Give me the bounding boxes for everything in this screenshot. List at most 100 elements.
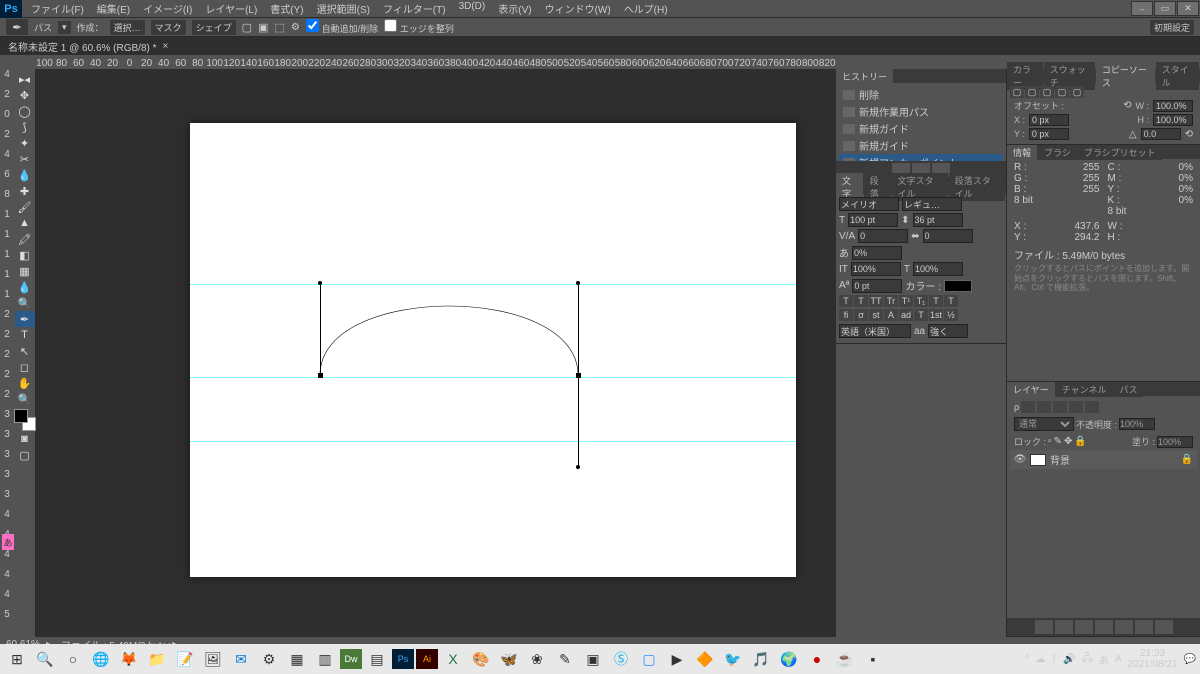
history-item-active[interactable]: 新規アンカーポイント — [839, 154, 1003, 161]
dreamweaver-icon[interactable]: Dw — [340, 649, 362, 669]
tray-vol-icon[interactable]: 🔊 — [1063, 654, 1075, 665]
start-button[interactable]: ⊞ — [4, 647, 30, 671]
layer-thumb[interactable] — [1030, 454, 1046, 466]
f3[interactable] — [1069, 401, 1083, 413]
under-btn[interactable]: T — [929, 295, 943, 307]
f2[interactable] — [1053, 401, 1067, 413]
make-mask[interactable]: マスク — [151, 20, 186, 35]
menu-window[interactable]: ウィンドウ(W) — [539, 0, 617, 18]
record-icon[interactable]: ● — [804, 647, 830, 671]
sublime-icon[interactable]: ▤ — [364, 647, 390, 671]
clone-y[interactable] — [1029, 128, 1069, 140]
f4[interactable] — [1085, 401, 1099, 413]
app4-icon[interactable]: 🦋 — [496, 647, 522, 671]
ot5[interactable]: ad — [899, 309, 913, 321]
eyedropper-tool[interactable]: 💧 — [15, 167, 35, 183]
workspace-preset[interactable]: 初期設定 — [1150, 20, 1194, 35]
app3-icon[interactable]: 🎨 — [468, 647, 494, 671]
document-tab[interactable]: 名称未設定 1 @ 60.6% (RGB/8) * × — [0, 37, 1200, 55]
search-button[interactable]: 🔍 — [32, 647, 58, 671]
dodge-tool[interactable]: 🔍 — [15, 295, 35, 311]
ot7[interactable]: 1st — [929, 309, 943, 321]
hand-tool[interactable]: ✋ — [15, 375, 35, 391]
menu-select[interactable]: 選択範囲(S) — [311, 0, 376, 18]
sub-btn[interactable]: T₁ — [914, 295, 928, 307]
font-size[interactable] — [848, 213, 898, 227]
mask-btn[interactable] — [1075, 620, 1093, 634]
tray-up-icon[interactable]: ^ — [1025, 654, 1030, 665]
blend-mode[interactable]: 通常 — [1014, 417, 1074, 431]
menu-file[interactable]: ファイル(F) — [25, 0, 90, 18]
stamp-tool[interactable]: ▲ — [15, 215, 35, 231]
photos-icon[interactable]: 🖼 — [200, 647, 226, 671]
leading[interactable] — [913, 213, 963, 227]
brush-tool[interactable]: 🖌 — [15, 199, 35, 215]
zoom-icon[interactable]: ▢ — [636, 647, 662, 671]
auto-add-check[interactable] — [306, 19, 319, 32]
baseline[interactable] — [852, 279, 902, 293]
excel-icon[interactable]: X — [440, 647, 466, 671]
ruler-vertical[interactable]: 4202468111112222233333444445 — [0, 69, 14, 637]
ot6[interactable]: T — [914, 309, 928, 321]
clock[interactable]: 21:33 2021/08/21 — [1127, 648, 1177, 670]
history-item[interactable]: 新規作業用パス — [839, 103, 1003, 120]
tray-cloud-icon[interactable]: ☁ — [1035, 654, 1045, 665]
history-item[interactable]: 新規ガイド — [839, 120, 1003, 137]
cs1[interactable]: ▢ — [1010, 86, 1024, 98]
ot8[interactable]: ½ — [944, 309, 958, 321]
info-tab[interactable]: 情報 — [1007, 145, 1037, 160]
canvas-area[interactable] — [36, 69, 836, 637]
ime-indicator[interactable]: あ — [2, 534, 14, 550]
history-tab[interactable]: ヒストリー — [836, 69, 893, 84]
bold-btn[interactable]: T — [839, 295, 853, 307]
pathop-icon1[interactable]: ▢ — [242, 21, 252, 34]
globe-icon[interactable]: 🌍 — [776, 647, 802, 671]
menu-filter[interactable]: フィルター(T) — [377, 0, 452, 18]
guide-3[interactable] — [190, 441, 796, 442]
app8-icon[interactable]: 🐦 — [720, 647, 746, 671]
eraser-tool[interactable]: ◧ — [15, 247, 35, 263]
filter-kind[interactable] — [1021, 401, 1035, 413]
firefox-icon[interactable]: 🦊 — [116, 647, 142, 671]
menu-3d[interactable]: 3D(D) — [453, 0, 492, 18]
menu-help[interactable]: ヘルプ(H) — [618, 0, 674, 18]
aa-select[interactable] — [928, 324, 968, 338]
menu-view[interactable]: 表示(V) — [492, 0, 537, 18]
make-shape[interactable]: シェイプ — [192, 20, 236, 35]
cs4[interactable]: ▢ — [1055, 86, 1069, 98]
marquee-tool[interactable]: ◯ — [15, 103, 35, 119]
opacity-input[interactable] — [1119, 418, 1155, 430]
pathop-icon2[interactable]: ▣ — [258, 21, 268, 34]
lock3[interactable]: ✥ — [1064, 436, 1072, 447]
handle-pt-2a[interactable] — [576, 281, 580, 285]
notepad-icon[interactable]: 📝 — [172, 647, 198, 671]
cs5[interactable]: ▢ — [1070, 86, 1084, 98]
gradient-tool[interactable]: ▦ — [15, 263, 35, 279]
brush-tab[interactable]: ブラシ — [1038, 145, 1077, 160]
cs2[interactable]: ▢ — [1025, 86, 1039, 98]
lock4[interactable]: 🔒 — [1074, 436, 1086, 447]
brush-preset-tab[interactable]: ブラシプリセット — [1078, 145, 1162, 160]
menu-image[interactable]: イメージ(I) — [137, 0, 198, 18]
explorer-icon[interactable]: 📁 — [144, 647, 170, 671]
media-icon[interactable]: ▶ — [664, 647, 690, 671]
app6-icon[interactable]: ✎ — [552, 647, 578, 671]
pen-tool[interactable]: ✒ — [15, 311, 35, 327]
adj-btn[interactable] — [1095, 620, 1113, 634]
artboard[interactable] — [190, 123, 796, 577]
handle-pt-1a[interactable] — [318, 281, 322, 285]
menu-edit[interactable]: 編集(E) — [91, 0, 136, 18]
history-brush-tool[interactable]: 🖍 — [15, 231, 35, 247]
paths-tab[interactable]: パス — [1113, 382, 1143, 397]
path-select-tool[interactable]: ↖ — [15, 343, 35, 359]
fx-btn[interactable] — [1055, 620, 1073, 634]
link-btn[interactable] — [1035, 620, 1053, 634]
lasso-tool[interactable]: ⟆ — [15, 119, 35, 135]
close-button[interactable]: ✕ — [1177, 1, 1199, 16]
app7-icon[interactable]: ▣ — [580, 647, 606, 671]
ot2[interactable]: σ — [854, 309, 868, 321]
font-style-select[interactable] — [902, 197, 962, 211]
clone-h[interactable] — [1153, 114, 1193, 126]
group-btn[interactable] — [1115, 620, 1133, 634]
guide-2[interactable] — [190, 377, 796, 378]
